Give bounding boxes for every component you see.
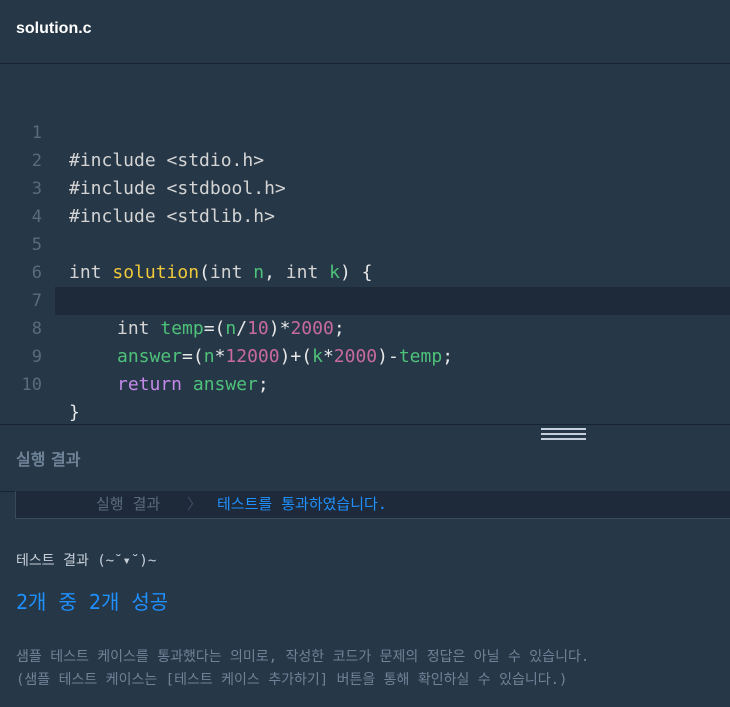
code-line[interactable]: 10 } — [0, 343, 730, 423]
code-line[interactable]: 3 #include <stdlib.h> — [0, 147, 730, 227]
code-token: return — [117, 374, 193, 395]
status-message: 테스트를 통과하였습니다. — [217, 495, 387, 513]
code-line[interactable]: 9 return answer; — [0, 315, 730, 395]
code-token: } — [69, 402, 80, 423]
code-line[interactable]: 1 #include <stdio.h> — [0, 91, 730, 171]
code-token: answer — [192, 374, 258, 395]
code-line-active[interactable]: 8 answer=(n*12000)+(k*2000)-temp; — [32, 287, 730, 367]
editor-header: solution.c — [0, 0, 730, 64]
chevron-right-icon: 〉 — [187, 495, 203, 513]
code-line[interactable]: 6 int answer = 0; — [0, 231, 730, 311]
code-line[interactable]: 7 int temp=(n/10)*2000; — [0, 259, 730, 339]
code-editor[interactable]: 1 #include <stdio.h> 2 #include <stdbool… — [0, 64, 730, 424]
result-header: 실행 결과 — [16, 450, 81, 469]
line-number: 10 — [21, 375, 42, 395]
code-line[interactable]: 5 int solution(int n, int k) { — [0, 203, 730, 283]
result-note: (샘플 테스트 케이스는 [테스트 케이스 추가하기] 버튼을 통해 확인하실 … — [16, 672, 568, 688]
score-text: 2개 중 2개 성공 — [16, 590, 169, 614]
test-result-label: 테스트 결과 (~˘▾˘)~ — [16, 553, 157, 569]
status-breadcrumb: 실행 결과 — [96, 495, 161, 513]
result-note: 샘플 테스트 케이스를 통과했다는 의미로, 작성한 코드가 문제의 정답은 아… — [16, 649, 590, 665]
code-line[interactable]: 4 — [0, 175, 730, 227]
file-title: solution.c — [16, 20, 92, 37]
result-status-bar: 실행 결과 〉 테스트를 통과하였습니다. — [15, 491, 730, 519]
panel-divider — [0, 424, 730, 425]
resize-handle-icon[interactable] — [541, 428, 586, 440]
line-number: 7 — [31, 291, 42, 311]
code-token: ; — [257, 374, 269, 395]
code-line[interactable]: 2 #include <stdbool.h> — [0, 119, 730, 199]
